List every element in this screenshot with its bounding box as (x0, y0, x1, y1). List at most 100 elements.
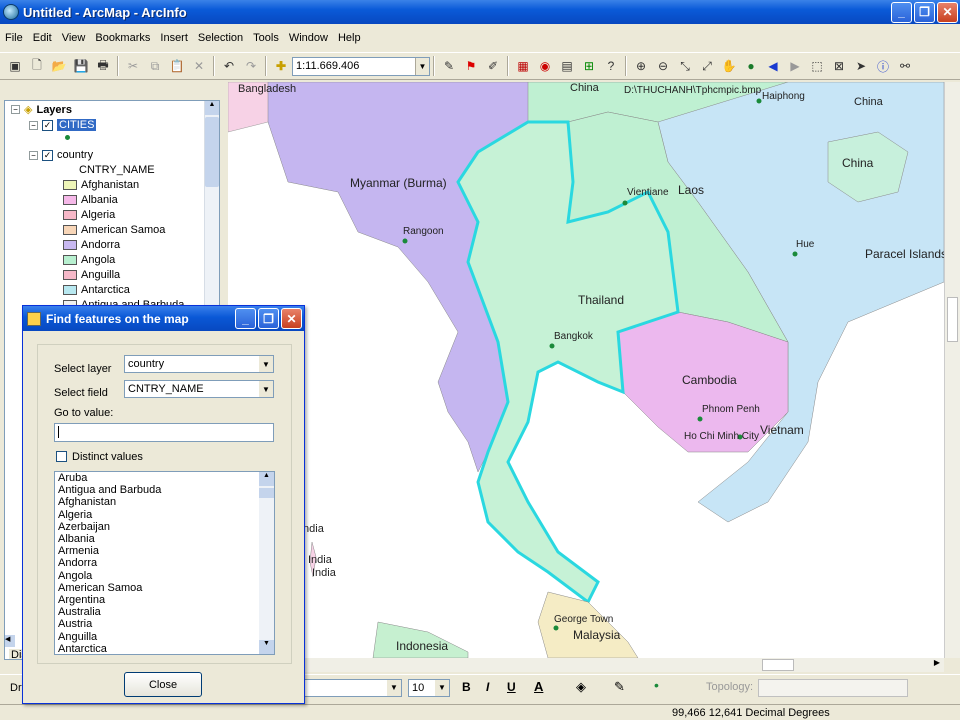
topology-combo[interactable] (758, 679, 908, 697)
bold-icon[interactable]: B (462, 680, 471, 694)
font-name-combo[interactable]: ▼ (300, 679, 402, 697)
list-item[interactable]: Andorra (55, 557, 274, 569)
listbox-scrollbar[interactable]: ▲ ▼ (259, 472, 274, 654)
toc-cities-row[interactable]: − ✓ CITIES (29, 119, 97, 131)
python-icon[interactable]: ⊞ (579, 56, 599, 76)
catalog-icon[interactable]: ▤ (557, 56, 577, 76)
zoom-out-icon[interactable]: ⊖ (653, 56, 673, 76)
list-item[interactable]: Argentina (55, 594, 274, 606)
toc-cities-label[interactable]: CITIES (57, 119, 97, 131)
dialog-close-button[interactable]: ✕ (281, 308, 302, 329)
editor-icon[interactable]: ✎ (439, 56, 459, 76)
sketch-icon[interactable]: ✐ (483, 56, 503, 76)
close-window-button[interactable]: ✕ (937, 1, 958, 23)
goto-value-input[interactable] (54, 423, 274, 442)
font-size-combo[interactable]: 10 ▼ (408, 679, 450, 697)
add-data-icon[interactable]: ✚ (271, 56, 291, 76)
collapse-icon[interactable]: − (29, 150, 38, 160)
chevron-down-icon[interactable]: ▼ (415, 57, 429, 75)
scroll-thumb[interactable] (205, 117, 219, 187)
print-icon[interactable]: 🖶 (93, 56, 113, 76)
find-binoculars-icon[interactable]: ⚯ (895, 56, 915, 76)
open-folder-icon[interactable]: 📂 (49, 56, 69, 76)
dialog-maximize-button[interactable]: ❐ (258, 308, 279, 329)
cut-icon[interactable]: ✂ (123, 56, 143, 76)
list-item[interactable]: Algeria (55, 509, 274, 521)
listbox-scroll-thumb[interactable] (259, 488, 274, 498)
map-horizontal-scrollbar[interactable]: ▶ (300, 658, 944, 672)
arctoolbox-icon[interactable]: ▦ (513, 56, 533, 76)
clear-selection-icon[interactable]: ⊠ (829, 56, 849, 76)
menu-selection[interactable]: Selection (193, 32, 248, 44)
scroll-right-arrow-icon[interactable]: ▶ (930, 658, 944, 672)
scroll-left-arrow-icon[interactable]: ◀ (5, 635, 15, 647)
full-extent-globe-icon[interactable]: ● (741, 56, 761, 76)
list-item[interactable]: Anguilla (55, 631, 274, 643)
toc-layers-row[interactable]: − ◈ Layers (11, 103, 72, 116)
select-elements-arrow-icon[interactable]: ➤ (851, 56, 871, 76)
chevron-down-icon[interactable]: ▼ (259, 356, 273, 372)
scroll-up-arrow-icon[interactable]: ▲ (259, 472, 274, 486)
pan-hand-icon[interactable]: ✋ (719, 56, 739, 76)
flag-icon[interactable]: ⚑ (461, 56, 481, 76)
list-item[interactable]: Armenia (55, 545, 274, 557)
menu-file[interactable]: File (0, 32, 28, 44)
menu-bookmarks[interactable]: Bookmarks (90, 32, 155, 44)
menu-help[interactable]: Help (333, 32, 366, 44)
toc-country-row[interactable]: − ✓ country (29, 149, 93, 161)
list-item[interactable]: Azerbaijan (55, 521, 274, 533)
underline-icon[interactable]: U (507, 680, 516, 694)
fill-color-icon[interactable]: ◈ (576, 679, 586, 695)
save-icon[interactable]: 💾 (71, 56, 91, 76)
collapse-icon[interactable]: − (29, 120, 38, 130)
list-item[interactable]: American Samoa (55, 582, 274, 594)
marker-color-icon[interactable]: • (654, 677, 659, 693)
back-arrow-icon[interactable]: ◀ (763, 56, 783, 76)
minimize-button[interactable]: _ (891, 1, 912, 23)
collapse-icon[interactable]: − (11, 105, 20, 114)
select-field-combo[interactable]: CNTRY_NAME ▼ (124, 380, 274, 398)
scroll-down-arrow-icon[interactable]: ▼ (259, 640, 274, 654)
whats-this-icon[interactable]: ? (601, 56, 621, 76)
line-color-icon[interactable]: ✎ (614, 679, 625, 695)
cities-visibility-checkbox[interactable]: ✓ (42, 119, 53, 131)
close-button[interactable]: Close (124, 672, 202, 697)
fixed-zoom-out-icon[interactable]: ⤢ (697, 56, 717, 76)
menu-tools[interactable]: Tools (248, 32, 284, 44)
map-scale-combo[interactable]: 1:11.669.406 ▼ (292, 56, 430, 76)
chevron-down-icon[interactable]: ▼ (435, 680, 449, 696)
list-item[interactable]: Aruba (55, 472, 274, 484)
list-item[interactable]: Antigua and Barbuda (55, 484, 274, 496)
map-vertical-scrollbar[interactable] (944, 82, 960, 658)
list-item[interactable]: Austria (55, 618, 274, 630)
copy-icon[interactable]: ⧉ (145, 56, 165, 76)
font-color-icon[interactable]: A (534, 679, 543, 694)
zoom-in-icon[interactable]: ⊕ (631, 56, 651, 76)
delete-icon[interactable]: ✕ (189, 56, 209, 76)
toc-country-label[interactable]: country (57, 149, 93, 161)
select-layer-combo[interactable]: country ▼ (124, 355, 274, 373)
menu-view[interactable]: View (57, 32, 91, 44)
identify-icon[interactable]: ⓘ (873, 56, 893, 76)
list-item[interactable]: Albania (55, 533, 274, 545)
menu-insert[interactable]: Insert (155, 32, 193, 44)
new-document-icon[interactable]: 🗋 (27, 56, 47, 76)
paste-icon[interactable]: 📋 (167, 56, 187, 76)
fixed-zoom-in-icon[interactable]: ⤡ (675, 56, 695, 76)
menu-edit[interactable]: Edit (28, 32, 57, 44)
menu-window[interactable]: Window (284, 32, 333, 44)
select-features-icon[interactable]: ⬚ (807, 56, 827, 76)
redo-icon[interactable]: ↷ (241, 56, 261, 76)
italic-icon[interactable]: I (486, 680, 489, 694)
map-hscroll-thumb[interactable] (762, 659, 794, 671)
forward-arrow-icon[interactable]: ▶ (785, 56, 805, 76)
scroll-up-arrow-icon[interactable]: ▲ (205, 101, 219, 115)
country-visibility-checkbox[interactable]: ✓ (42, 149, 53, 161)
chevron-down-icon[interactable]: ▼ (387, 680, 401, 696)
distinct-values-checkbox[interactable] (56, 451, 67, 462)
model-icon[interactable]: ◉ (535, 56, 555, 76)
map-scroll-thumb[interactable] (947, 297, 958, 342)
list-item[interactable]: Angola (55, 570, 274, 582)
values-listbox[interactable]: Aruba Antigua and Barbuda Afghanistan Alger… (54, 471, 275, 655)
dialog-minimize-button[interactable]: _ (235, 308, 256, 329)
